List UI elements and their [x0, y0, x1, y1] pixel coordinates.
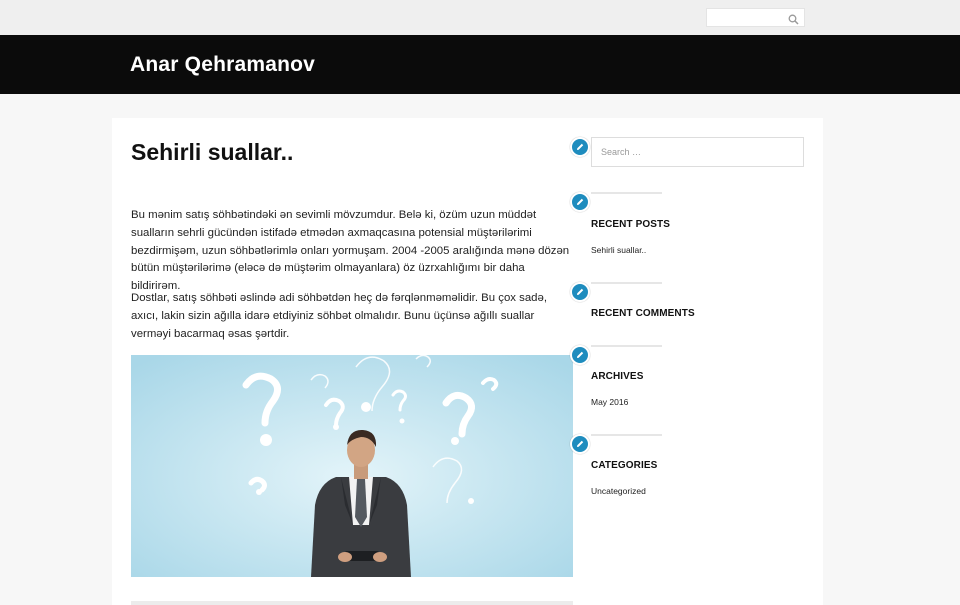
edit-pencil-button[interactable]	[570, 434, 590, 454]
post-paragraph: Dostlar, satış söhbəti əslində adi söhbə…	[131, 292, 548, 340]
site-header: Anar Qehramanov	[0, 35, 960, 94]
edit-pencil-button[interactable]	[570, 282, 590, 302]
edit-pencil-button[interactable]	[570, 137, 590, 157]
archive-link[interactable]: May 2016	[591, 397, 628, 407]
recent-posts-title: RECENT POSTS	[591, 219, 670, 230]
sidebar-search[interactable]	[591, 137, 804, 167]
categories-title: CATEGORIES	[591, 460, 658, 471]
top-search-box[interactable]	[706, 8, 805, 27]
post-image	[131, 355, 573, 577]
pencil-icon	[577, 143, 584, 150]
widget-divider	[591, 434, 662, 436]
sidebar-search-input[interactable]	[592, 138, 803, 166]
search-icon[interactable]	[788, 12, 799, 25]
post-footer-bar	[131, 601, 573, 605]
pencil-icon	[577, 198, 584, 205]
recent-comments-title: RECENT COMMENTS	[591, 308, 695, 319]
widget-divider	[591, 345, 662, 347]
post-paragraph: Bu mənim satış söhbətindəki ən sevimli m…	[131, 209, 570, 293]
archives-title: ARCHIVES	[591, 371, 644, 382]
pencil-icon	[577, 440, 584, 447]
site-title[interactable]: Anar Qehramanov	[130, 53, 315, 77]
top-bar	[0, 0, 960, 35]
category-link[interactable]: Uncategorized	[591, 486, 646, 496]
top-search-input[interactable]	[707, 9, 785, 26]
post-title[interactable]: Sehirli suallar..	[131, 139, 293, 166]
widget-divider	[591, 282, 662, 284]
pencil-icon	[577, 351, 584, 358]
edit-pencil-button[interactable]	[570, 345, 590, 365]
pencil-icon	[577, 288, 584, 295]
recent-post-link[interactable]: Sehirli suallar..	[591, 245, 646, 255]
widget-divider	[591, 192, 662, 194]
edit-pencil-button[interactable]	[570, 192, 590, 212]
